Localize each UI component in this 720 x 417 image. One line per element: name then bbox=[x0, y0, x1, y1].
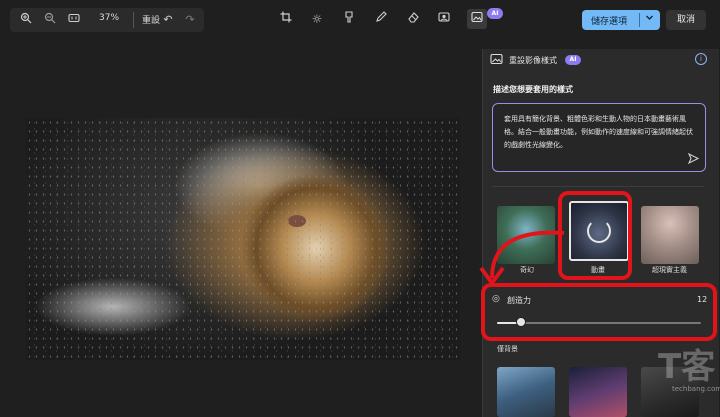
erase-icon[interactable] bbox=[405, 11, 421, 27]
adjust-brightness-icon[interactable]: ☼ bbox=[309, 11, 325, 27]
zoom-level[interactable]: 37% bbox=[99, 13, 119, 23]
restyle-image-icon bbox=[469, 11, 485, 27]
save-split-divider bbox=[639, 13, 640, 27]
watermark-logo: T客 bbox=[658, 347, 716, 387]
undo-icon[interactable]: ↶ bbox=[160, 12, 176, 28]
save-options-label: 儲存選項 bbox=[591, 17, 628, 27]
watermark-text: techbang.com bbox=[672, 385, 720, 393]
panel-title: 重設影像樣式 bbox=[509, 56, 557, 65]
background-icon[interactable] bbox=[436, 11, 452, 27]
background-thumb-1[interactable] bbox=[497, 367, 555, 417]
prompt-header: 描述您想要套用的樣式 bbox=[493, 85, 573, 94]
save-options-button[interactable]: 儲存選項 bbox=[582, 10, 660, 30]
fit-to-window-icon[interactable] bbox=[66, 12, 82, 28]
panel-ai-badge: AI bbox=[565, 55, 581, 65]
markup-pen-icon[interactable] bbox=[373, 11, 389, 27]
background-thumb-2[interactable] bbox=[569, 367, 627, 417]
chevron-down-icon[interactable] bbox=[645, 13, 654, 25]
info-icon[interactable]: i bbox=[695, 53, 707, 65]
annotation-box-anime bbox=[558, 191, 632, 280]
zoom-toolbar: 37% 重設 ↶ ↷ bbox=[10, 8, 204, 32]
prompt-text: 套用具有簡化背景、粗體色彩和生動人物的日本動畫藝術風格。結合一般動畫功能，例如動… bbox=[504, 115, 693, 149]
toolbar-divider bbox=[133, 12, 134, 28]
water-droplets-texture bbox=[26, 118, 460, 360]
annotation-arrow-icon bbox=[479, 230, 565, 287]
restyle-tool-selected[interactable] bbox=[467, 9, 487, 29]
ai-badge: AI bbox=[487, 8, 503, 19]
cancel-button[interactable]: 取消 bbox=[666, 10, 706, 30]
annotation-box-creativity bbox=[481, 283, 717, 341]
edited-photo bbox=[26, 118, 460, 360]
restyle-image-icon bbox=[490, 53, 503, 68]
background-only-header: 僅背景 bbox=[497, 345, 518, 353]
retouch-icon[interactable] bbox=[341, 11, 357, 27]
zoom-in-icon[interactable] bbox=[18, 12, 34, 28]
redo-icon[interactable]: ↷ bbox=[182, 12, 198, 28]
crop-icon[interactable] bbox=[278, 11, 294, 27]
section-divider bbox=[492, 186, 704, 187]
zoom-out-icon[interactable] bbox=[42, 12, 58, 28]
style-label-surrealism: 超現實主義 bbox=[652, 266, 687, 274]
style-thumb-surrealism[interactable] bbox=[641, 206, 699, 264]
send-icon[interactable] bbox=[687, 152, 700, 167]
style-prompt-input[interactable]: 套用具有簡化背景、粗體色彩和生動人物的日本動畫藝術風格。結合一般動畫功能，例如動… bbox=[492, 103, 706, 172]
reset-button[interactable]: 重設 bbox=[142, 13, 160, 26]
